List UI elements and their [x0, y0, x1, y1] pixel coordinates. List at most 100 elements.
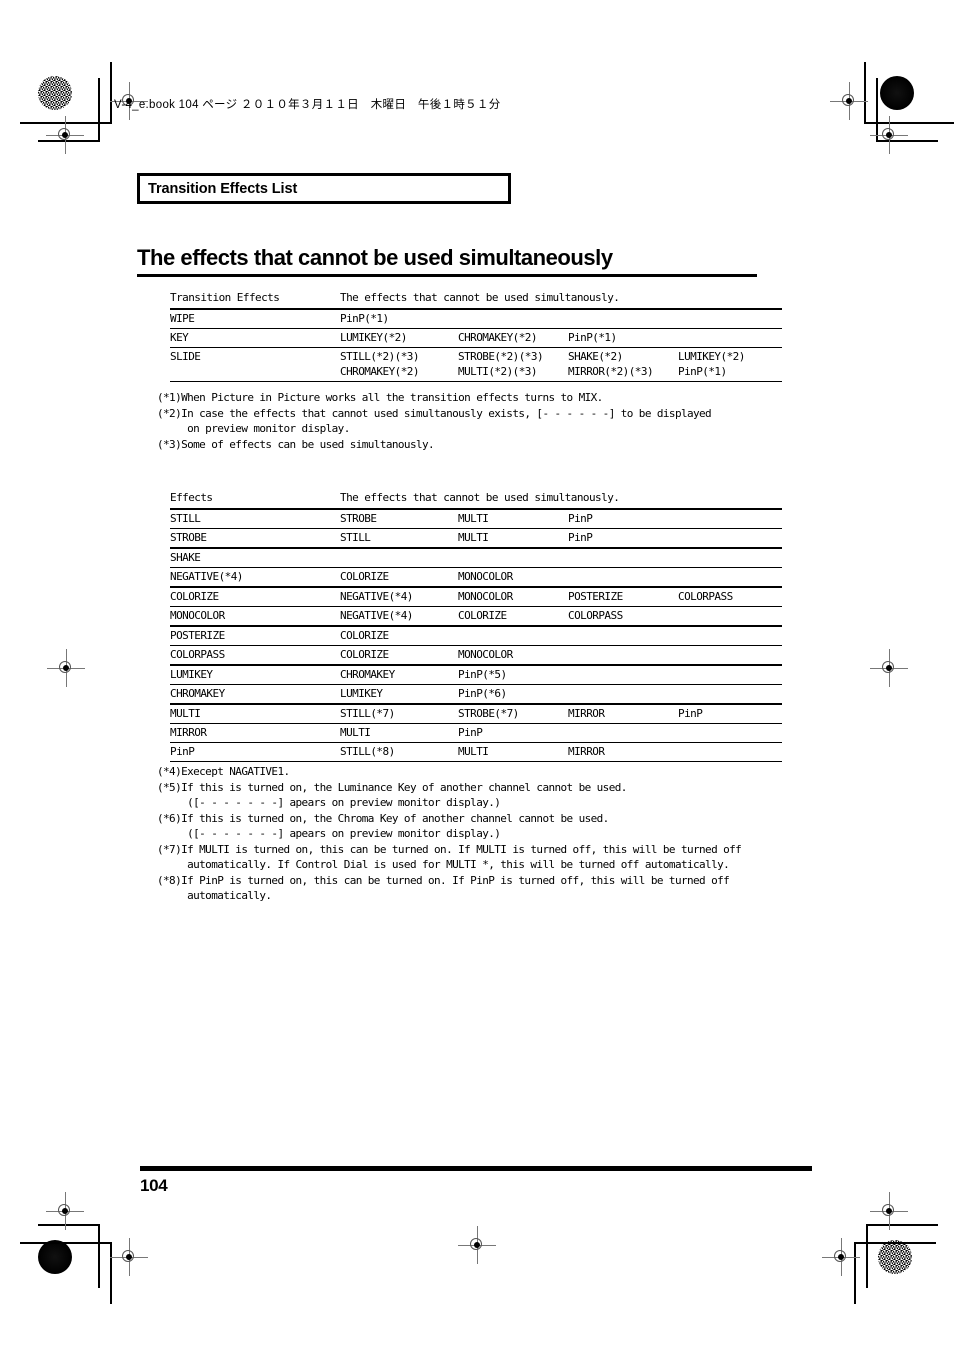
- conflict-effect: MIRROR(*2)(*3): [568, 365, 654, 378]
- book-info-stamp: V-4_e.book 104 ページ ２０１０年３月１１日 木曜日 午後１時５１…: [114, 99, 501, 111]
- crop-rule: [866, 122, 954, 124]
- effect-name: WIPE: [170, 308, 340, 329]
- conflict-effect: STILL(*7): [340, 703, 458, 724]
- conflict-effect: [678, 528, 782, 548]
- conflict-effect: [678, 625, 782, 646]
- conflict-effect: CHROMAKEY(*2): [340, 365, 420, 378]
- effect-name: NEGATIVE(*4): [170, 567, 340, 587]
- conflict-effect-group: SHAKE(*2) MIRROR(*2)(*3): [568, 347, 678, 382]
- registration-swatch-bottom-left: [38, 1240, 72, 1274]
- conflict-effect: [568, 645, 678, 665]
- conflict-effect: [678, 328, 782, 348]
- registration-target: [830, 82, 868, 120]
- footnotes-effects: (*4)Execept NAGATIVE1. (*5)If this is tu…: [157, 765, 742, 902]
- conflict-effect: [678, 723, 782, 743]
- table-row: STILL STROBE MULTI PinP: [170, 508, 782, 529]
- conflict-effect: [678, 606, 782, 626]
- crop-rule: [876, 140, 938, 142]
- conflict-effect-group: STROBE(*2)(*3) MULTI(*2)(*3): [458, 347, 568, 382]
- page-title: The effects that cannot be used simultan…: [137, 245, 613, 270]
- registration-swatch-top-left: [38, 76, 72, 110]
- conflict-effect: [568, 567, 678, 587]
- effect-name: CHROMAKEY: [170, 684, 340, 704]
- conflict-effect: MONOCOLOR: [458, 567, 568, 587]
- conflict-effect-group: LUMIKEY(*2) PinP(*1): [678, 347, 782, 382]
- conflict-effect: MIRROR: [568, 703, 678, 724]
- conflict-effect: STROBE: [340, 508, 458, 529]
- column-header-effect: Effects: [170, 491, 213, 504]
- conflict-effect: SHAKE(*2): [568, 350, 623, 363]
- conflict-effect: COLORIZE: [340, 567, 458, 587]
- effects-table: Effects The effects that cannot be used …: [170, 489, 782, 762]
- effect-name: MULTI: [170, 703, 340, 724]
- conflict-effect: STILL(*2)(*3): [340, 350, 420, 363]
- registration-target: [46, 1192, 84, 1230]
- conflict-effect: [568, 625, 678, 646]
- table-row: WIPE PinP(*1): [170, 308, 782, 329]
- conflict-effect: [678, 508, 782, 529]
- footer-rule: [140, 1166, 812, 1171]
- conflict-effect: [678, 664, 782, 685]
- conflict-effect: COLORPASS: [568, 606, 678, 626]
- table-row: SLIDE STILL(*2)(*3) CHROMAKEY(*2) STROBE…: [170, 347, 782, 382]
- conflict-effect: PinP(*6): [458, 684, 568, 704]
- registration-target: [46, 116, 84, 154]
- conflict-effect: [340, 547, 458, 568]
- conflict-effect: [678, 308, 782, 329]
- document-page: V-4_e.book 104 ページ ２０１０年３月１１日 木曜日 午後１時５１…: [0, 0, 954, 1351]
- crop-rule: [98, 78, 100, 142]
- table-row: SHAKE: [170, 547, 782, 568]
- conflict-effect: PinP(*1): [340, 308, 458, 329]
- registration-target: [870, 116, 908, 154]
- conflict-effect: MONOCOLOR: [458, 645, 568, 665]
- registration-target-left-edge: [47, 649, 85, 687]
- conflict-effect: STROBE(*2)(*3): [458, 350, 544, 363]
- conflict-effect: [568, 547, 678, 568]
- crop-rule: [110, 62, 112, 124]
- column-header-effect: Transition Effects: [170, 291, 280, 304]
- conflict-effect: LUMIKEY(*2): [678, 350, 745, 363]
- conflict-effect: STILL(*8): [340, 742, 458, 762]
- section-heading-label: Transition Effects List: [148, 180, 298, 197]
- section-heading-box: Transition Effects List: [137, 173, 511, 204]
- conflict-effect: COLORPASS: [678, 586, 782, 607]
- conflict-effect: [458, 308, 568, 329]
- registration-target: [110, 1238, 148, 1276]
- conflict-effect: [458, 625, 568, 646]
- conflict-effect-group: STILL(*2)(*3) CHROMAKEY(*2): [340, 347, 458, 382]
- conflict-effect: MULTI(*2)(*3): [458, 365, 538, 378]
- footnotes-transition: (*1)When Picture in Picture works all th…: [157, 391, 712, 451]
- crop-rule: [876, 78, 878, 142]
- table-row: MONOCOLOR NEGATIVE(*4) COLORIZE COLORPAS…: [170, 606, 782, 626]
- effect-name: KEY: [170, 328, 340, 348]
- title-underline-rule: [137, 274, 757, 277]
- crop-rule: [864, 62, 866, 124]
- effect-name: COLORIZE: [170, 586, 340, 607]
- conflict-effect: COLORIZE: [458, 606, 568, 626]
- table-row: NEGATIVE(*4) COLORIZE MONOCOLOR: [170, 567, 782, 587]
- crop-rule: [38, 140, 100, 142]
- effect-name: MIRROR: [170, 723, 340, 743]
- conflict-effect: MONOCOLOR: [458, 586, 568, 607]
- conflict-effect: PinP: [568, 508, 678, 529]
- conflict-effect: STILL: [340, 528, 458, 548]
- conflict-effect: PinP(*1): [568, 328, 678, 348]
- column-header-conflicts: The effects that cannot be used simultan…: [340, 291, 620, 304]
- conflict-effect: CHROMAKEY(*2): [458, 328, 568, 348]
- table-row: STROBE STILL MULTI PinP: [170, 528, 782, 548]
- conflict-effect: PinP(*1): [678, 365, 727, 378]
- conflict-effect: [678, 567, 782, 587]
- conflict-effect: POSTERIZE: [568, 586, 678, 607]
- crop-rule: [856, 1242, 936, 1244]
- conflict-effect: NEGATIVE(*4): [340, 606, 458, 626]
- table-header-row: Transition Effects The effects that cann…: [170, 289, 782, 309]
- conflict-effect: NEGATIVE(*4): [340, 586, 458, 607]
- registration-swatch-top-right: [880, 76, 914, 110]
- table-header-row: Effects The effects that cannot be used …: [170, 489, 782, 509]
- table-row: MIRROR MULTI PinP: [170, 723, 782, 743]
- conflict-effect: CHROMAKEY: [340, 664, 458, 685]
- conflict-effect: [568, 308, 678, 329]
- conflict-effect: COLORIZE: [340, 625, 458, 646]
- conflict-effect: MULTI: [458, 528, 568, 548]
- table-row: COLORPASS COLORIZE MONOCOLOR: [170, 645, 782, 665]
